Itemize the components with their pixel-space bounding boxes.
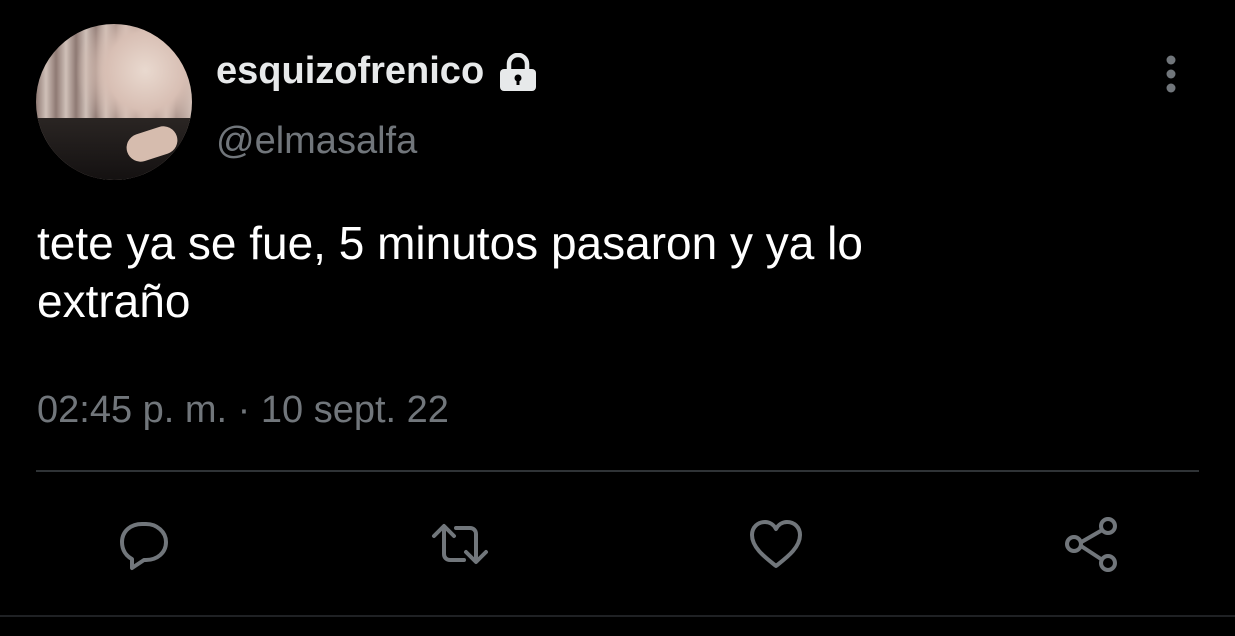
retweet-button[interactable]	[428, 512, 492, 576]
share-button[interactable]	[1060, 512, 1124, 576]
tweet-text: tete ya se fue, 5 minutos pasaron y ya l…	[37, 217, 863, 327]
more-options-button[interactable]	[1154, 50, 1188, 98]
retweet-icon	[432, 524, 488, 564]
tweet-timestamp[interactable]: 02:45 p. m. · 10 sept. 22	[37, 389, 449, 432]
tweet-detail: esquizofrenico @elmasalfa tete ya se fue…	[0, 0, 1235, 636]
divider	[36, 470, 1199, 472]
author-display-name[interactable]: esquizofrenico	[216, 50, 484, 93]
more-vertical-icon	[1166, 55, 1176, 93]
lock-icon	[496, 52, 540, 91]
bottom-divider	[0, 615, 1235, 617]
author-display-name-row[interactable]: esquizofrenico	[216, 50, 540, 93]
share-icon	[1065, 517, 1117, 572]
reply-button[interactable]	[112, 512, 176, 576]
like-button[interactable]	[744, 512, 808, 576]
heart-icon	[750, 520, 802, 568]
avatar[interactable]	[36, 24, 192, 180]
author-handle[interactable]: @elmasalfa	[216, 120, 417, 163]
reply-icon	[120, 522, 168, 570]
